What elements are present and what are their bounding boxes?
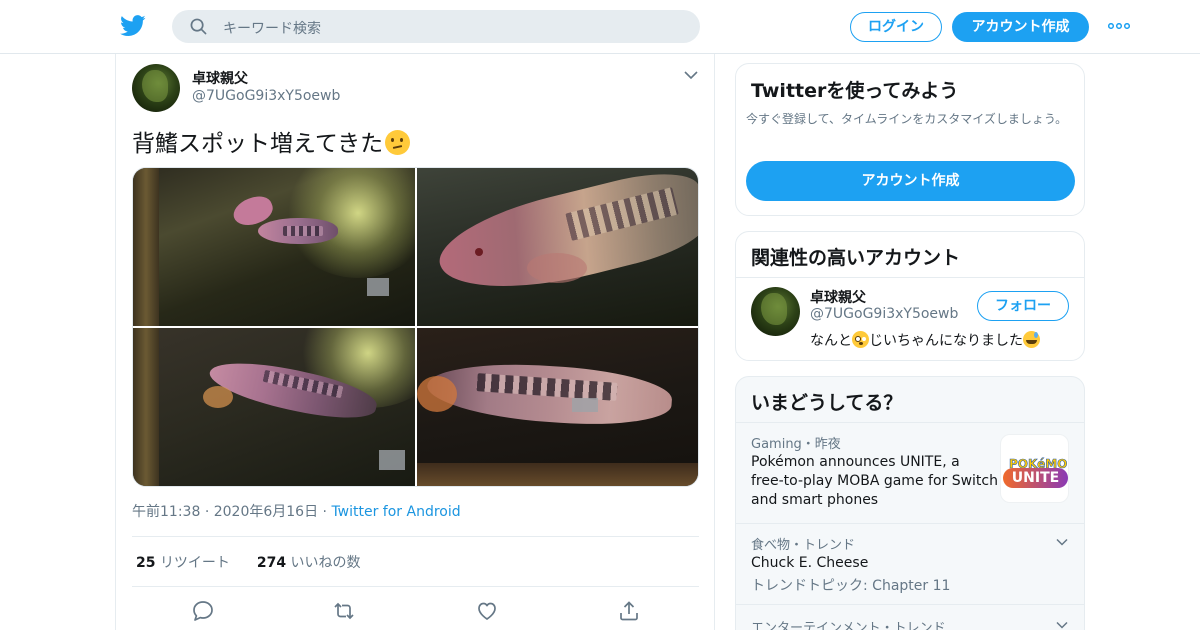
likes-stat[interactable]: 274 いいねの数	[257, 555, 361, 571]
signup-button[interactable]: アカウント作成	[952, 12, 1089, 42]
tweet-detail: 卓球親父 @7UGoG9i3xY5oewb 背鰭スポット増えてきた 午前11:3…	[115, 54, 715, 630]
twitter-bird-logo-icon[interactable]	[120, 14, 146, 38]
trend-title: Pokémon announces UNITE, a free-to-play …	[751, 454, 998, 508]
relevant-account-avatar[interactable]	[751, 287, 800, 336]
tweet-text: 背鰭スポット増えてきた	[132, 124, 411, 158]
author-handle[interactable]: @7UGoG9i3xY5oewb	[192, 88, 340, 104]
tweet-source-link[interactable]: Twitter for Android	[331, 504, 460, 520]
sweat-smile-emoji-icon	[1023, 331, 1040, 348]
likes-label: いいねの数	[290, 555, 361, 571]
search-icon	[190, 18, 207, 35]
tweet-media-grid	[132, 167, 699, 487]
bio-text-2: じいちゃんになりました	[869, 333, 1023, 349]
retweets-count: 25	[136, 555, 156, 571]
bio-text-1: なんと	[810, 333, 852, 349]
tweet-date[interactable]: 2020年6月16日	[214, 504, 318, 520]
try-twitter-card: Twitterを使ってみよう 今すぐ登録して、タイムラインをカスタマイズしましょ…	[735, 63, 1085, 216]
try-twitter-title: Twitterを使ってみよう	[751, 80, 959, 102]
tweet-photo-3[interactable]	[133, 328, 415, 486]
relevant-account-name[interactable]: 卓球親父	[810, 287, 866, 307]
trend-title: Chuck E. Cheese	[751, 555, 869, 571]
retweet-icon[interactable]	[333, 600, 355, 622]
trend-menu-chevron-icon[interactable]	[1056, 621, 1068, 629]
search-placeholder: キーワード検索	[223, 21, 321, 37]
tweet-time[interactable]: 午前11:38	[132, 504, 200, 520]
trend-context: 食べ物・トレンド	[751, 538, 856, 553]
relevant-accounts-title: 関連性の高いアカウント	[751, 247, 961, 269]
retweets-label: リツイート	[159, 555, 230, 571]
tweet-photo-1[interactable]	[133, 168, 415, 326]
tweet-text-content: 背鰭スポット増えてきた	[132, 131, 384, 157]
trend-menu-chevron-icon[interactable]	[1056, 538, 1068, 546]
tweet-meta: 午前11:38 · 2020年6月16日 · Twitter for Andro…	[132, 504, 461, 520]
trend-subtitle: トレンドトピック: Chapter 11	[751, 578, 951, 594]
share-icon[interactable]	[618, 600, 640, 622]
tweet-photo-2[interactable]	[417, 168, 698, 326]
login-button[interactable]: ログイン	[850, 12, 942, 42]
thinking-face-emoji-icon	[385, 130, 411, 155]
relevant-account-handle[interactable]: @7UGoG9i3xY5oewb	[810, 306, 958, 322]
author-name[interactable]: 卓球親父	[192, 68, 248, 88]
tweet-menu-chevron-icon[interactable]	[684, 70, 698, 80]
tweet-stats: 25 リツイート 274 いいねの数	[136, 552, 361, 572]
trends-card: いまどうしてる？ Gaming・昨夜 Pokémon announces UNI…	[735, 376, 1085, 630]
relevant-account-bio: なんと じいちゃんになりました	[810, 330, 1040, 350]
author-avatar[interactable]	[132, 64, 180, 112]
divider	[132, 586, 699, 587]
relevant-accounts-card: 関連性の高いアカウント 卓球親父 @7UGoG9i3xY5oewb フォロー な…	[735, 231, 1085, 361]
search-box[interactable]: キーワード検索	[172, 10, 700, 43]
divider	[132, 536, 699, 537]
trend-thumbnail[interactable]: POKéMON UNITE	[1000, 434, 1069, 503]
trends-title: いまどうしてる？	[751, 392, 903, 414]
reply-icon[interactable]	[192, 600, 214, 622]
try-twitter-description: 今すぐ登録して、タイムラインをカスタマイズしましょう。	[746, 112, 1068, 126]
more-options-icon[interactable]	[1108, 23, 1130, 29]
trend-context: Gaming・昨夜	[751, 437, 841, 452]
top-navigation-bar: キーワード検索 ログイン アカウント作成	[0, 0, 1200, 54]
flushed-face-emoji-icon	[852, 331, 869, 348]
tweet-photo-4[interactable]	[417, 328, 698, 486]
trend-context: エンターテインメント・トレンド	[751, 621, 946, 630]
likes-count: 274	[256, 555, 287, 571]
follow-button[interactable]: フォロー	[977, 291, 1069, 321]
retweets-stat[interactable]: 25 リツイート	[136, 555, 230, 571]
like-heart-icon[interactable]	[476, 600, 498, 622]
create-account-button[interactable]: アカウント作成	[746, 161, 1075, 201]
unite-logo-text: UNITE	[1003, 468, 1068, 488]
